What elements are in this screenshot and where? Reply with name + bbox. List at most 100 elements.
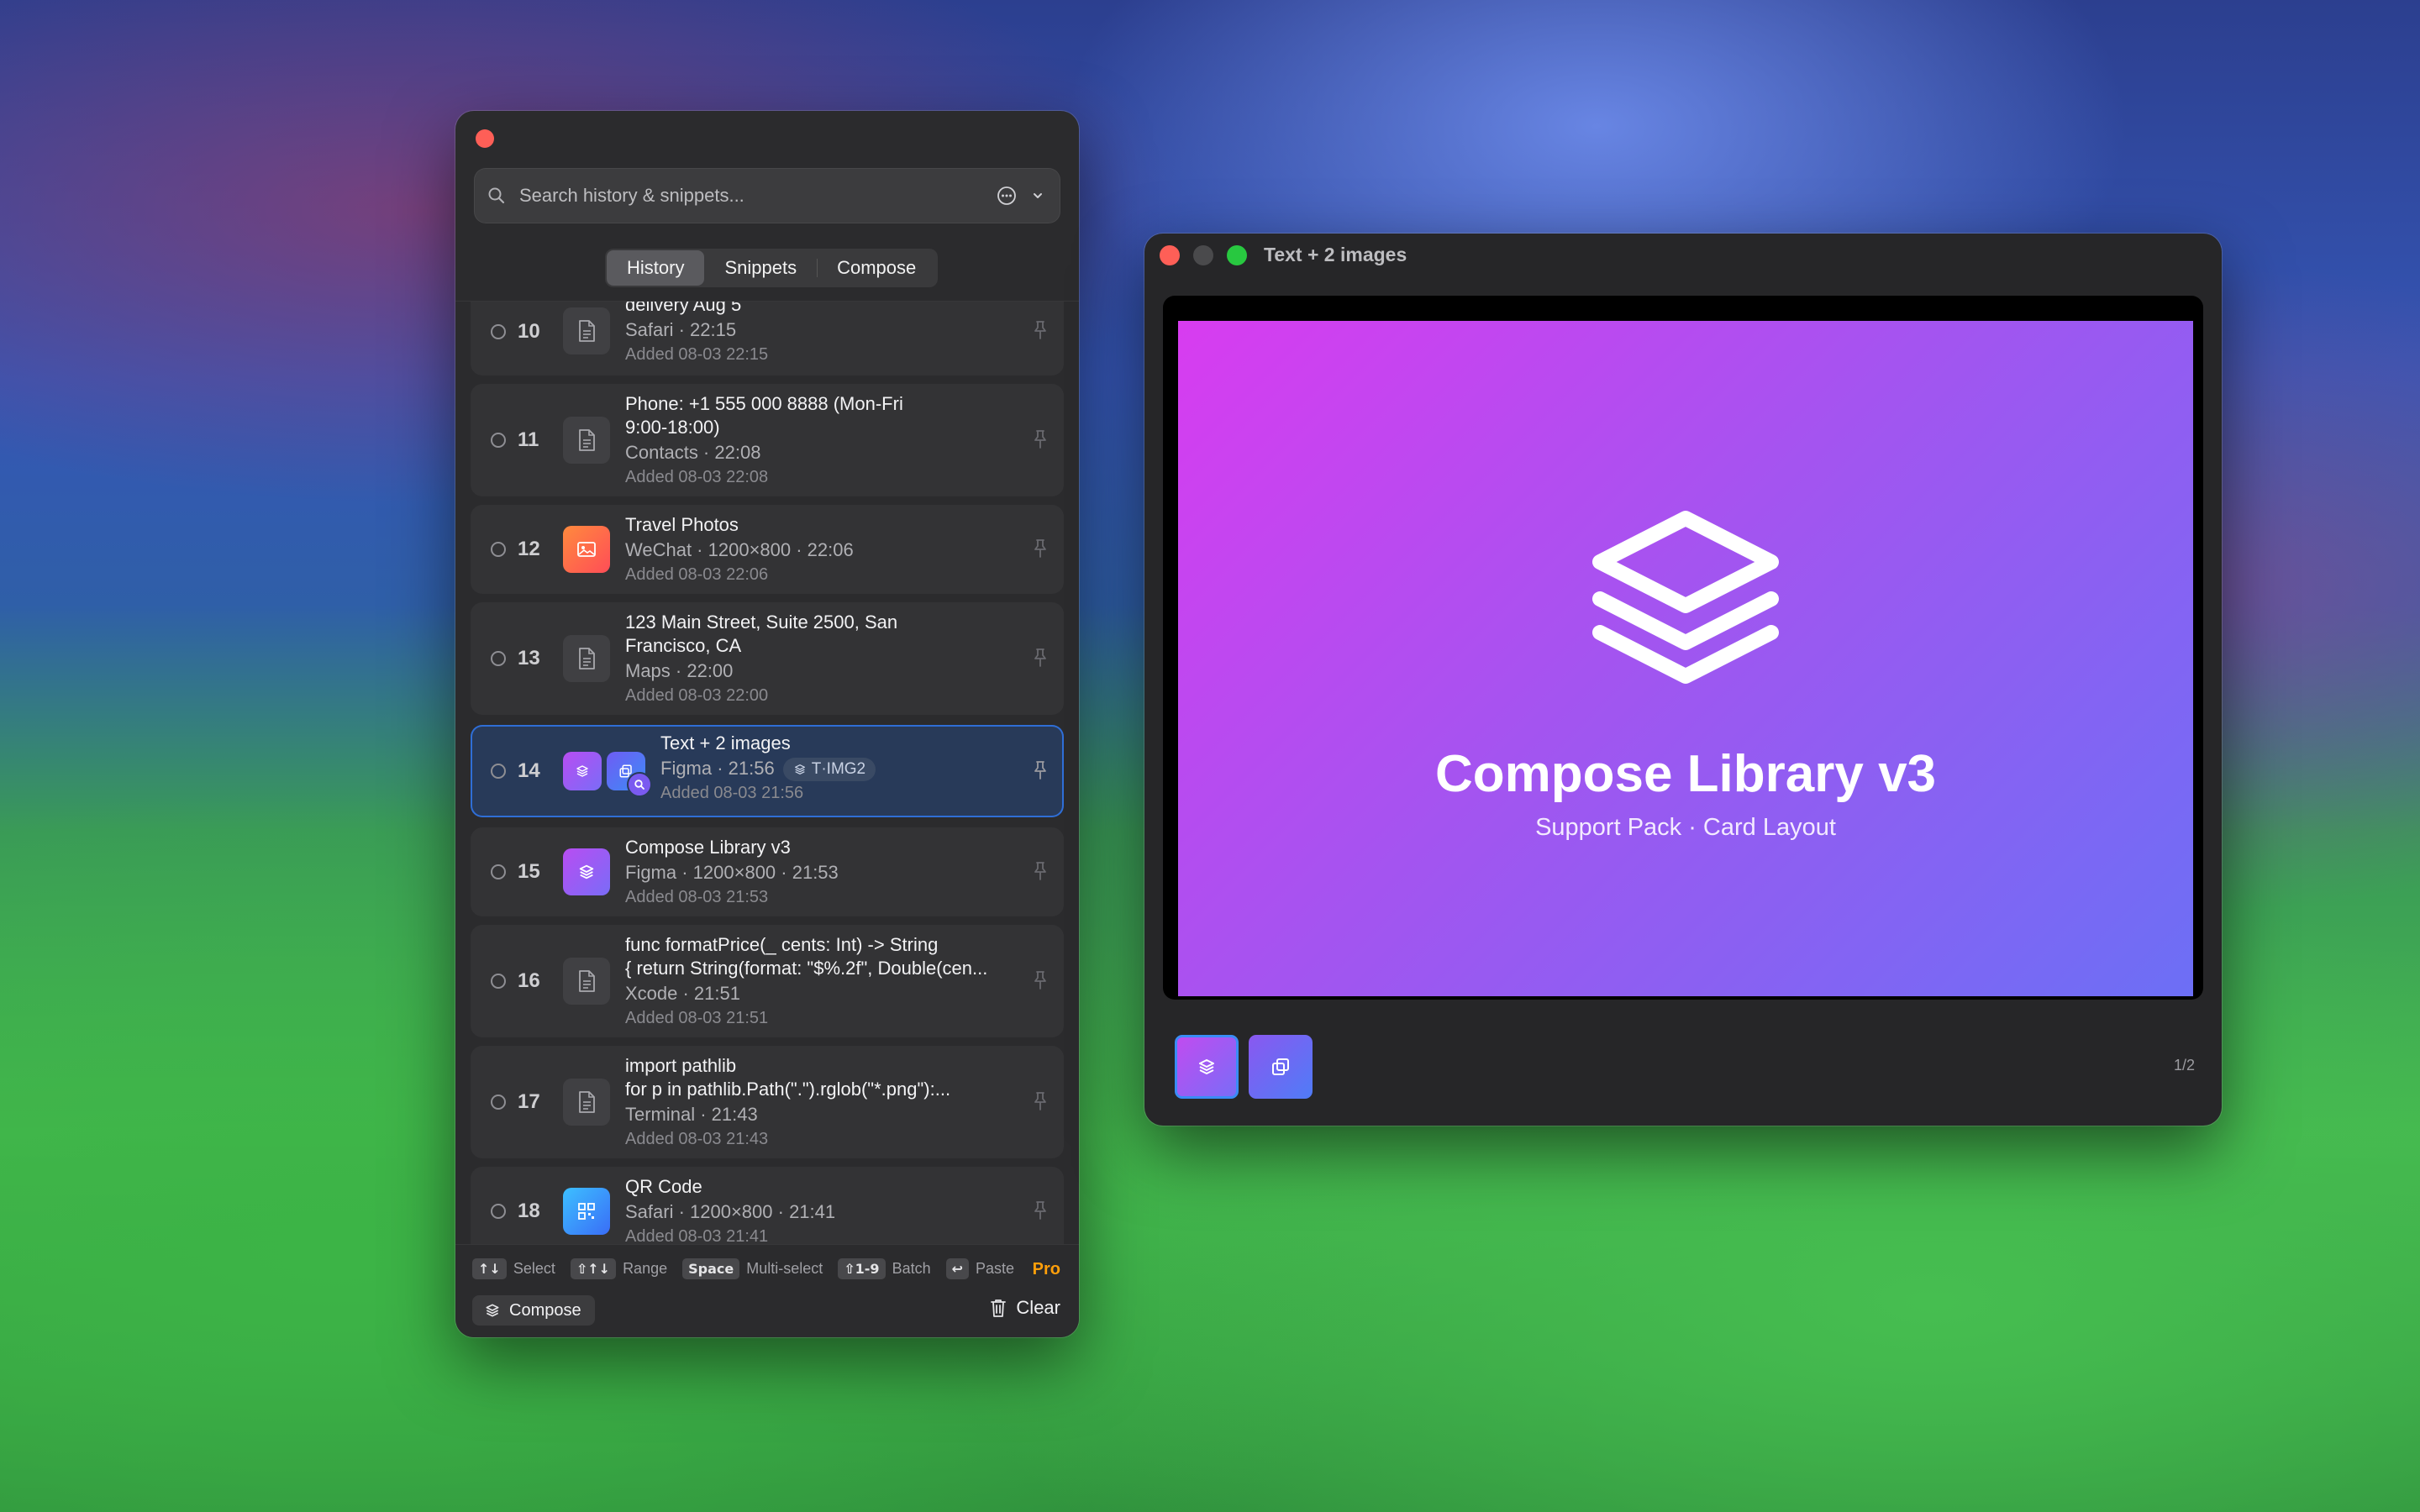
zoom-window-button[interactable] xyxy=(1227,245,1247,265)
clear-button[interactable]: Clear xyxy=(989,1297,1060,1319)
select-radio[interactable] xyxy=(491,651,506,666)
pin-icon[interactable] xyxy=(1032,970,1049,990)
qr-thumbnail xyxy=(563,1188,610,1235)
magnifier-icon[interactable] xyxy=(627,772,652,797)
item-source: Safari · 22:15 xyxy=(625,319,737,340)
pin-icon[interactable] xyxy=(1032,1091,1049,1111)
preview-title: Compose Library v3 xyxy=(1434,744,1937,803)
item-title: Phone: +1 555 000 8888 (Mon-Fri 9:00-18:… xyxy=(625,393,903,438)
select-radio[interactable] xyxy=(491,974,506,989)
item-title: Travel Photos xyxy=(625,514,739,535)
pin-icon[interactable] xyxy=(1032,1200,1049,1221)
history-item[interactable]: 10 delivery Aug 5 Safari · 22:15 Added 0… xyxy=(471,301,1064,375)
select-radio[interactable] xyxy=(491,864,506,879)
hint-key: ⇧1-9 xyxy=(838,1258,886,1279)
search-bar xyxy=(474,168,1060,223)
item-title: QR Code xyxy=(625,1176,702,1197)
history-item[interactable]: 11 Phone: +1 555 000 8888 (Mon-Fri 9:00-… xyxy=(471,384,1064,496)
item-source-line: Figma · 21:56 T·IMG2 xyxy=(660,756,1010,782)
image-thumbnail xyxy=(563,848,610,895)
history-item-selected[interactable]: 14 Text + 2 images Figma · 21:56 T·IMG2 A… xyxy=(471,725,1064,817)
item-title: delivery Aug 5 xyxy=(625,301,742,315)
item-added-time: Added 08-03 21:56 xyxy=(660,784,804,803)
select-radio[interactable] xyxy=(491,542,506,557)
item-title: import pathlib xyxy=(625,1055,737,1076)
document-icon xyxy=(563,958,610,1005)
item-number: 18 xyxy=(518,1200,540,1222)
hint-key: Space xyxy=(682,1258,740,1279)
preview-image: Compose Library v3 Support Pack · Card L… xyxy=(1178,321,2193,996)
item-number: 10 xyxy=(518,320,540,343)
pin-icon[interactable] xyxy=(1032,429,1049,449)
thumbnail-1[interactable] xyxy=(1175,1035,1239,1099)
tab-snippets[interactable]: Snippets xyxy=(704,250,817,286)
search-icon xyxy=(487,186,506,205)
close-window-button[interactable] xyxy=(1160,245,1180,265)
item-source: Figma · 1200×800 · 21:53 xyxy=(625,862,839,883)
history-item[interactable]: 15 Compose Library v3 Figma · 1200×800 ·… xyxy=(471,827,1064,916)
pin-icon[interactable] xyxy=(1032,760,1049,780)
pin-icon[interactable] xyxy=(1032,861,1049,881)
item-title: Text + 2 images xyxy=(660,732,791,753)
history-item[interactable]: 16 func formatPrice(_ cents: Int) -> Str… xyxy=(471,925,1064,1037)
layers-icon xyxy=(793,763,807,776)
minimize-window-button[interactable] xyxy=(1193,245,1213,265)
item-number: 11 xyxy=(518,428,539,451)
item-added-time: Added 08-03 21:51 xyxy=(625,1009,769,1027)
preview-window: Text + 2 images Compose Library v3 Suppo… xyxy=(1144,234,2222,1126)
pin-icon[interactable] xyxy=(1032,320,1049,340)
hint-key: ↩ xyxy=(945,1258,969,1279)
item-source: Contacts · 22:08 xyxy=(625,442,761,463)
window-controls xyxy=(1160,245,1247,265)
search-input[interactable] xyxy=(518,184,983,207)
tab-history[interactable]: History xyxy=(607,250,705,286)
history-item[interactable]: 17 import pathlib for p in pathlib.Path(… xyxy=(471,1046,1064,1158)
history-item[interactable]: 12 Travel Photos WeChat · 1200×800 · 22:… xyxy=(471,505,1064,594)
compose-button[interactable]: Compose xyxy=(472,1295,595,1326)
item-title: Compose Library v3 xyxy=(625,837,791,858)
pin-icon[interactable] xyxy=(1032,538,1049,559)
preview-stage: Compose Library v3 Support Pack · Card L… xyxy=(1163,296,2203,1000)
item-added-time: Added 08-03 22:06 xyxy=(625,565,769,584)
pro-badge[interactable]: Pro xyxy=(1033,1260,1060,1279)
item-number: 17 xyxy=(518,1090,540,1113)
hint-key: ⇧↑↓ xyxy=(570,1258,617,1279)
document-icon xyxy=(563,635,610,682)
chevron-down-icon xyxy=(1032,190,1044,202)
close-button[interactable] xyxy=(476,129,494,148)
item-number: 13 xyxy=(518,647,540,669)
item-title: 123 Main Street, Suite 2500, San Francis… xyxy=(625,612,898,656)
image-thumbnail xyxy=(607,752,652,797)
item-source: Terminal · 21:43 xyxy=(625,1104,758,1125)
hint-key: ↑↓ xyxy=(472,1258,507,1279)
history-item[interactable]: 13 123 Main Street, Suite 2500, San Fran… xyxy=(471,602,1064,715)
select-radio[interactable] xyxy=(491,1204,506,1219)
preview-thumbnails xyxy=(1175,1035,1313,1099)
clipboard-panel: History Snippets Compose 10 delivery Aug… xyxy=(455,111,1079,1337)
hint-label: Multi-select xyxy=(746,1260,823,1277)
hint-label: Select xyxy=(513,1260,555,1277)
item-number: 14 xyxy=(518,759,540,782)
history-item[interactable]: 18 QR Code Safari · 1200×800 · 21:41 Add… xyxy=(471,1167,1064,1256)
item-source: Figma · 21:56 xyxy=(660,758,775,779)
thumbnail-2[interactable] xyxy=(1249,1035,1313,1099)
item-added-time: Added 08-03 22:08 xyxy=(625,468,769,486)
compose-thumbnail xyxy=(563,752,602,790)
layers-icon xyxy=(1585,501,1786,695)
item-number: 12 xyxy=(518,538,540,560)
item-source: Xcode · 21:51 xyxy=(625,983,740,1004)
hint-label: Range xyxy=(623,1260,668,1277)
select-radio[interactable] xyxy=(491,324,506,339)
pin-icon[interactable] xyxy=(1032,648,1049,668)
select-radio[interactable] xyxy=(491,764,506,779)
item-title-line2: { return String(format: "$%.2f", Double(… xyxy=(625,958,988,979)
image-thumbnail xyxy=(563,526,610,573)
select-radio[interactable] xyxy=(491,1095,506,1110)
type-tag-label: T·IMG2 xyxy=(811,760,866,779)
select-radio[interactable] xyxy=(491,433,506,448)
item-number: 15 xyxy=(518,860,540,883)
tab-compose[interactable]: Compose xyxy=(817,250,936,286)
item-added-time: Added 08-03 21:53 xyxy=(625,888,769,906)
window-title: Text + 2 images xyxy=(1264,244,1407,265)
search-options-button[interactable] xyxy=(983,186,1044,206)
